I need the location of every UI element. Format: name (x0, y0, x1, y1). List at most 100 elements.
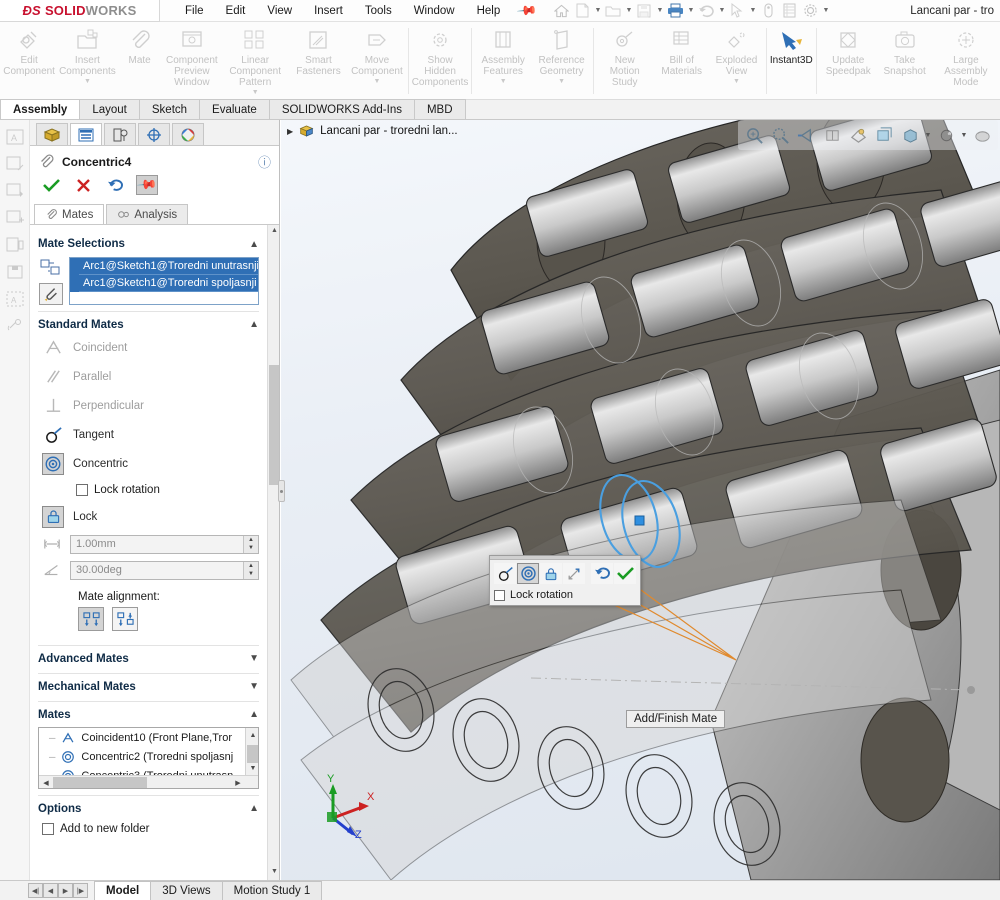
display-style-icon[interactable] (872, 123, 896, 147)
chevron-down-icon[interactable]: ▼ (717, 1, 726, 20)
list-item[interactable]: ─ Concentric2 (Troredni spoljasnj (39, 747, 258, 766)
ribbon-mate[interactable]: Mate (117, 24, 163, 98)
ribbon-instant3d[interactable]: Instant3D (768, 24, 814, 98)
chevron-down-icon[interactable]: ▼ (593, 1, 602, 20)
stepper-up-icon[interactable]: ▲ (244, 536, 258, 545)
home-icon[interactable] (551, 1, 571, 20)
mates-list[interactable]: ─ Coincident10 (Front Plane,Tror ─ Conce… (38, 727, 259, 789)
annotation-edit-icon[interactable] (4, 153, 26, 175)
ribbon-linear-component-pattern[interactable]: Linear Component Pattern ▼ (221, 24, 289, 98)
menu-tools[interactable]: Tools (354, 3, 403, 19)
mate-type-lock[interactable]: Lock (38, 502, 259, 531)
stepper-up-icon[interactable]: ▲ (244, 562, 258, 571)
view-orientation-icon[interactable] (846, 123, 870, 147)
zoom-to-fit-icon[interactable] (742, 123, 766, 147)
aligned-button[interactable] (78, 607, 104, 631)
distance-input[interactable]: 1.00mm ▲ ▼ (70, 534, 259, 554)
property-manager-tab[interactable] (70, 123, 102, 145)
mate-type-perpendicular[interactable]: Perpendicular (38, 391, 259, 420)
subtab-mates[interactable]: Mates (34, 204, 105, 224)
lock-mate-button[interactable] (540, 563, 562, 584)
feature-tree-label[interactable]: Lancani par - troredni lan... (320, 125, 457, 137)
list-item[interactable]: Arc1@Sketch1@Troredni unutrasnji (79, 258, 258, 275)
pushpin-icon[interactable]: 📌 (516, 0, 539, 22)
hide-show-items-icon[interactable] (898, 123, 922, 147)
expand-arrow-icon[interactable]: ▶ (287, 127, 293, 136)
chevron-down-icon[interactable]: ▼ (924, 132, 932, 139)
scroll-left-icon[interactable]: ◀ (40, 777, 52, 788)
ribbon-exploded-view[interactable]: Exploded View ▼ (709, 24, 763, 98)
menu-edit[interactable]: Edit (215, 3, 257, 19)
scroll-thumb[interactable] (53, 777, 147, 788)
chevron-down-icon[interactable]: ▼ (821, 1, 830, 20)
scroll-thumb[interactable] (247, 745, 258, 763)
appearances-icon[interactable] (934, 123, 958, 147)
options-gear-icon[interactable] (800, 1, 820, 20)
chevron-down-icon[interactable]: ▼ (558, 78, 565, 85)
print-icon[interactable] (665, 1, 685, 20)
previous-view-icon[interactable] (794, 123, 818, 147)
annotation-block-icon[interactable] (4, 234, 26, 256)
mate-type-tangent[interactable]: Tangent (38, 420, 259, 449)
section-mechanical-mates[interactable]: Mechanical Mates ▼ (38, 673, 259, 695)
chevron-up-icon[interactable]: ▲ (249, 319, 259, 330)
annotation-insert-icon[interactable] (4, 180, 26, 202)
graphics-area[interactable]: ▶ Lancani par - troredni lan... ▼ ▼ X Y … (281, 120, 1000, 880)
ribbon-smart-fasteners[interactable]: Smart Fasteners (289, 24, 347, 98)
mate-type-parallel[interactable]: Parallel (38, 362, 259, 391)
menu-insert[interactable]: Insert (303, 3, 354, 19)
chevron-down-icon[interactable]: ▼ (249, 653, 259, 664)
annotation-area-icon[interactable]: A (4, 288, 26, 310)
menu-help[interactable]: Help (466, 3, 512, 19)
mate-selections-list[interactable]: Arc1@Sketch1@Troredni unutrasnji Arc1@Sk… (69, 257, 259, 305)
section-standard-mates[interactable]: Standard Mates ▲ (38, 311, 259, 333)
chevron-down-icon[interactable]: ▼ (373, 78, 380, 85)
anti-aligned-button[interactable] (112, 607, 138, 631)
tab-evaluate[interactable]: Evaluate (199, 99, 270, 119)
chevron-down-icon[interactable]: ▼ (249, 681, 259, 692)
angle-input[interactable]: 30.00deg ▲ ▼ (70, 560, 259, 580)
stepper-down-icon[interactable]: ▼ (244, 544, 258, 553)
annotation-add-icon[interactable] (4, 207, 26, 229)
menu-view[interactable]: View (256, 3, 303, 19)
ribbon-update-speedpak[interactable]: Update Speedpak (819, 24, 877, 98)
ribbon-show-hidden-components[interactable]: Show Hidden Components (411, 24, 469, 98)
subtab-analysis[interactable]: Analysis (106, 204, 189, 224)
ribbon-component-preview-window[interactable]: Component Preview Window (163, 24, 221, 98)
configuration-manager-tab[interactable] (104, 123, 136, 145)
lock-rotation-row[interactable]: Lock rotation (38, 478, 259, 502)
tangent-mate-button[interactable] (494, 563, 516, 584)
context-lock-rotation-checkbox[interactable] (494, 589, 505, 601)
section-mate-selections[interactable]: Mate Selections ▲ (38, 231, 259, 253)
select-cursor-icon[interactable] (727, 1, 747, 20)
bill-of-materials-icon[interactable] (779, 1, 799, 20)
tab-solidworks-add-ins[interactable]: SOLIDWORKS Add-Ins (268, 99, 415, 119)
scroll-down-icon[interactable]: ▼ (248, 762, 258, 774)
concentric-mate-button[interactable] (517, 563, 539, 584)
scroll-thumb[interactable] (269, 365, 279, 485)
last-tab-icon[interactable]: |▶ (73, 883, 88, 898)
open-folder-icon[interactable] (603, 1, 623, 20)
panel-vscrollbar[interactable]: ▲ ▼ (267, 225, 279, 880)
ribbon-edit-component[interactable]: Edit Component (0, 24, 58, 98)
menu-file[interactable]: File (174, 3, 215, 19)
undo-button[interactable] (591, 563, 613, 584)
add-finish-mate-button[interactable] (614, 563, 636, 584)
annotation-save-icon[interactable] (4, 261, 26, 283)
bottom-tab-3d-views[interactable]: 3D Views (150, 881, 223, 900)
ribbon-move-component[interactable]: Move Component ▼ (348, 24, 406, 98)
chevron-down-icon[interactable]: ▼ (655, 1, 664, 20)
chain-assembly-model[interactable] (281, 120, 1000, 880)
ribbon-assembly-features[interactable]: Assembly Features ▼ (474, 24, 532, 98)
section-advanced-mates[interactable]: Advanced Mates ▼ (38, 645, 259, 667)
distance-stepper[interactable]: ▲ ▼ (243, 535, 258, 553)
ok-button[interactable] (40, 175, 62, 195)
list-item[interactable]: ─ Coincident10 (Front Plane,Tror (39, 728, 258, 747)
mate-type-coincident[interactable]: Coincident (38, 333, 259, 362)
undo-button[interactable] (104, 175, 126, 195)
chevron-up-icon[interactable]: ▲ (249, 803, 259, 814)
measure-icon[interactable] (758, 1, 778, 20)
scroll-up-icon[interactable]: ▲ (270, 227, 279, 237)
mate-type-concentric[interactable]: Concentric (38, 449, 259, 478)
tab-assembly[interactable]: Assembly (0, 99, 81, 119)
